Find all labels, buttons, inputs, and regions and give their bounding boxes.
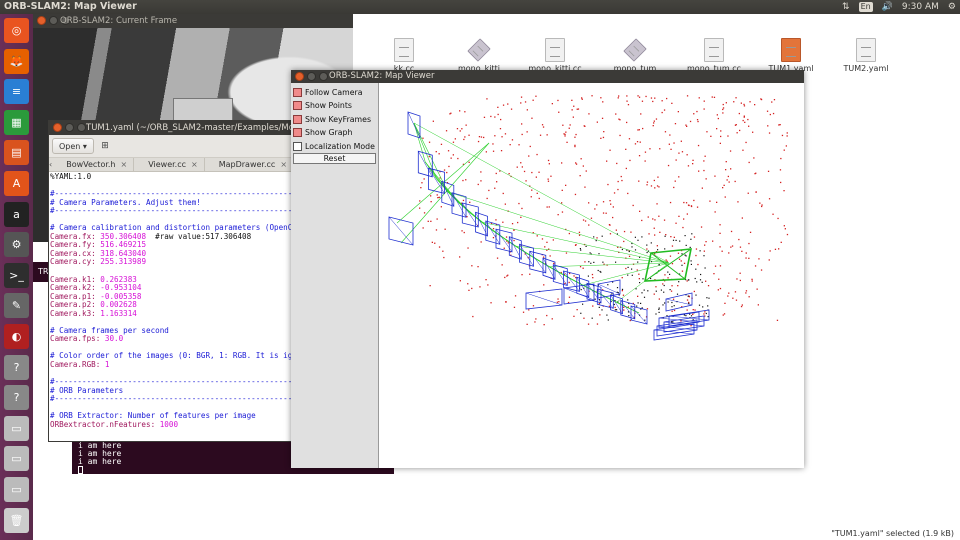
option-label: Follow Camera	[305, 87, 363, 97]
checkbox-icon[interactable]	[293, 101, 302, 110]
file-item[interactable]: kk.cc	[369, 38, 439, 73]
code-line: Camera.cy: 255.313989	[50, 257, 147, 267]
checkbox-icon[interactable]	[293, 128, 302, 137]
close-icon[interactable]	[37, 16, 46, 25]
checkbox-icon[interactable]	[293, 87, 302, 97]
editor-tabs: ‹ BowVector.h×Viewer.cc×MapDrawer.cc×Fra…	[49, 158, 297, 172]
file-item[interactable]: mono_kitti	[444, 38, 514, 73]
document-icon	[394, 38, 414, 62]
settings-icon[interactable]: ⚙	[4, 232, 29, 258]
editor-tab[interactable]: Viewer.cc ×	[134, 158, 205, 171]
trash-icon[interactable]: 🗑	[4, 507, 29, 533]
option-localization-mode[interactable]: Localization Mode	[293, 140, 375, 152]
calc-icon[interactable]: ▦	[4, 109, 29, 135]
package-icon	[623, 38, 647, 62]
code-line: ORBextractor.nFeatures: 1000	[50, 419, 179, 429]
impress-icon[interactable]: ▤	[4, 140, 29, 166]
current-frame-titlebar[interactable]: ORB-SLAM2: Current Frame	[33, 14, 353, 28]
software-center-icon[interactable]: A	[4, 171, 29, 196]
clock[interactable]: 9:30 AM	[902, 2, 939, 12]
file-manager-status: "TUM1.yaml" selected (1.9 kB)	[831, 529, 954, 538]
keyboard-layout-indicator[interactable]: En	[858, 2, 873, 12]
checkbox-icon[interactable]	[293, 141, 302, 151]
map-viewer-window: ORB-SLAM2: Map Viewer Reset Follow Camer…	[291, 70, 804, 468]
code-line: Camera.k3: 1.163314	[50, 308, 137, 318]
launcher: ◎ 🦊 ≡ ▦ ▤ Aa ⚙ >_ ✎ ◐?? ▭ ▭ ▭ 🗑	[0, 14, 33, 540]
reset-button[interactable]: Reset	[293, 153, 376, 164]
terminal-cursor	[78, 466, 83, 474]
option-label: Show Points	[305, 101, 352, 110]
system-tray: ⇅ En 🔊 9:30 AM ⚙	[842, 0, 956, 14]
code-line: #---------------------------------------…	[50, 206, 296, 216]
maximize-icon[interactable]	[77, 123, 86, 132]
editor-titlebar[interactable]: TUM1.yaml (~/ORB_SLAM2-master/Examples/M…	[49, 121, 329, 135]
maximize-icon[interactable]	[319, 72, 328, 81]
help-icon-2[interactable]: ?	[4, 385, 29, 411]
top-panel: ORB-SLAM2: Map Viewer ⇅ En 🔊 9:30 AM ⚙	[0, 0, 960, 14]
editor-tab[interactable]: BowVector.h ×	[52, 158, 135, 171]
close-icon[interactable]	[295, 72, 304, 81]
open-button[interactable]: Open ▾	[52, 138, 94, 154]
current-frame-title: ORB-SLAM2: Current Frame	[60, 16, 178, 26]
drive-icon-2[interactable]: ▭	[4, 446, 29, 472]
option-show-keyframes[interactable]: Show KeyFrames	[293, 113, 371, 125]
map-3d-view[interactable]	[379, 83, 804, 468]
new-document-icon[interactable]: ⊞	[97, 138, 113, 154]
close-tab-icon[interactable]: ×	[121, 160, 128, 169]
map-viewer-titlebar[interactable]: ORB-SLAM2: Map Viewer	[291, 70, 804, 83]
screenshot-icon[interactable]: ◐	[4, 324, 29, 349]
map-points	[419, 95, 789, 327]
close-icon[interactable]	[53, 123, 62, 132]
code-line: Camera.RGB: 1	[50, 360, 110, 370]
option-label: Localization Mode	[305, 141, 375, 151]
terminal-icon[interactable]: >_	[4, 262, 29, 288]
help-icon[interactable]: ?	[4, 354, 29, 380]
option-follow-camera[interactable]: Follow Camera	[293, 86, 363, 98]
file-item[interactable]: mono_tum.cc	[679, 38, 749, 73]
close-tab-icon[interactable]: ×	[280, 160, 287, 169]
editor-tab[interactable]: MapDrawer.cc ×	[205, 158, 295, 171]
amazon-icon[interactable]: a	[4, 201, 29, 227]
text-editor-window: TUM1.yaml (~/ORB_SLAM2-master/Examples/M…	[48, 120, 329, 442]
map-viewer-title: ORB-SLAM2: Map Viewer	[329, 71, 435, 81]
package-icon	[467, 38, 491, 62]
document-icon	[545, 38, 565, 62]
close-tab-icon[interactable]: ×	[191, 160, 198, 169]
document-icon	[781, 38, 801, 62]
volume-icon[interactable]: 🔊	[882, 2, 893, 12]
option-show-points[interactable]: Show Points	[293, 100, 352, 112]
minimize-icon[interactable]	[49, 16, 58, 25]
file-item[interactable]: TUM1.yaml	[756, 38, 826, 73]
ubuntu-logo-icon[interactable]: ◎	[4, 18, 29, 43]
covisibility-graph	[396, 122, 670, 314]
code-line: %YAML:1.0	[50, 173, 92, 181]
file-item[interactable]: mono_kitti.cc	[520, 38, 590, 73]
file-item[interactable]: mono_tum	[600, 38, 670, 73]
firefox-icon[interactable]: 🦊	[4, 48, 29, 74]
map-viewer-options-panel: Reset Follow Camera Show Points Show KeyFr…	[291, 83, 379, 468]
document-icon	[856, 38, 876, 62]
writer-icon[interactable]: ≡	[4, 79, 29, 105]
code-line: #---------------------------------------…	[50, 394, 296, 404]
file-item[interactable]: TUM2.yaml	[831, 38, 901, 73]
option-label: Show KeyFrames	[305, 114, 372, 124]
checkbox-icon[interactable]	[293, 114, 302, 124]
transfer-icon[interactable]: ⇅	[842, 2, 850, 12]
current-camera-frustum	[644, 248, 692, 282]
code-line: Camera.fps: 30.0	[50, 334, 124, 344]
option-show-graph[interactable]: Show Graph	[293, 127, 352, 139]
active-window-title: ORB-SLAM2: Map Viewer	[4, 1, 137, 12]
drive-icon-3[interactable]: ▭	[4, 477, 29, 502]
document-icon	[704, 38, 724, 62]
minimize-icon[interactable]	[65, 123, 74, 132]
text-editor-icon[interactable]: ✎	[4, 293, 29, 319]
editor-text-area[interactable]: %YAML:1.0 #-----------------------------…	[50, 173, 296, 441]
file-name: TUM2.yaml	[843, 64, 889, 73]
editor-toolbar: Open ▾ ⊞	[49, 135, 297, 158]
power-gear-icon[interactable]: ⚙	[948, 2, 956, 12]
option-label: Show Graph	[305, 128, 353, 137]
keyframes	[388, 111, 710, 341]
minimize-icon[interactable]	[307, 72, 316, 81]
drive-icon[interactable]: ▭	[4, 415, 29, 441]
